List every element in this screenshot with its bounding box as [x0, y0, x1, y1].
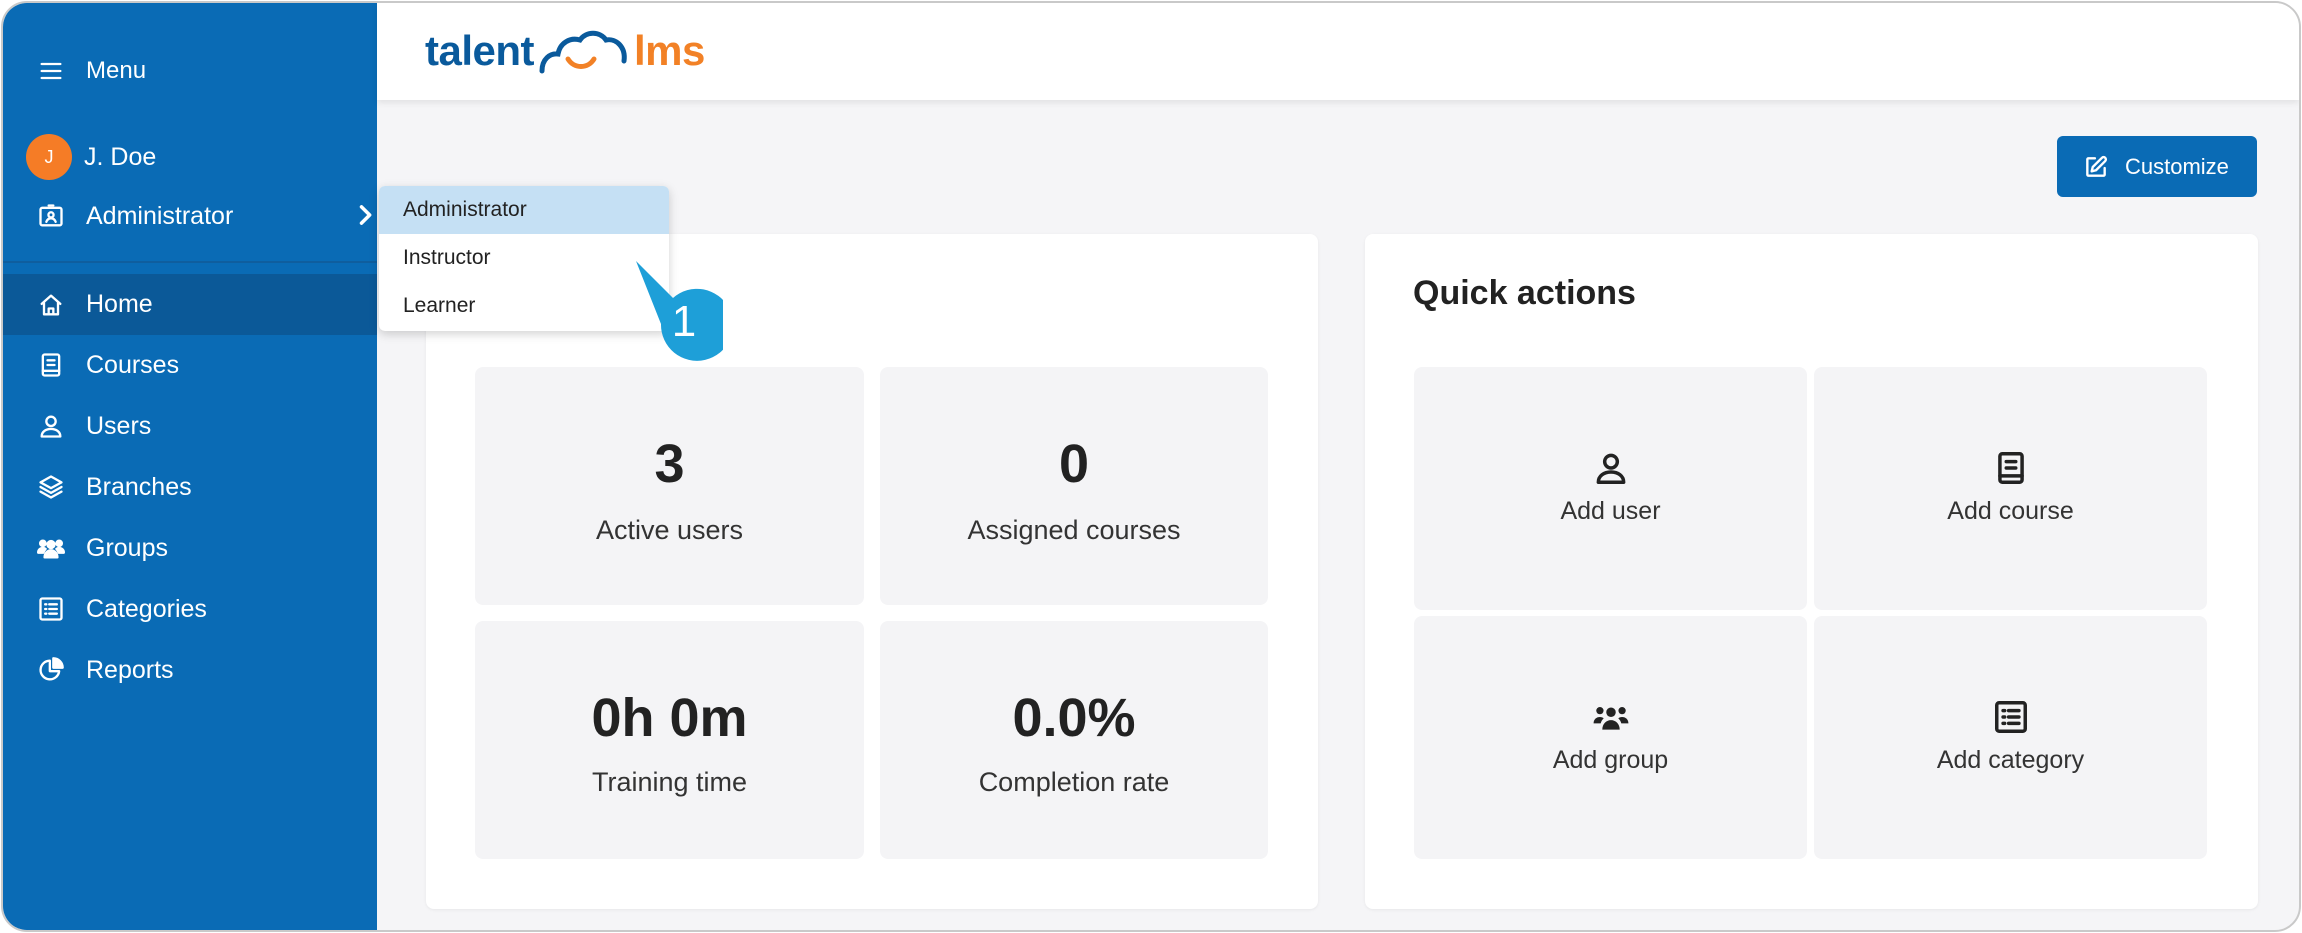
stat-label: Assigned courses: [967, 515, 1181, 545]
stat-label: Completion rate: [978, 767, 1170, 797]
talentlms-logo[interactable]: talent lms: [425, 21, 705, 81]
stat-label: Training time: [591, 767, 748, 797]
add-course-button[interactable]: Add course: [1814, 367, 2207, 610]
book-icon: [1992, 449, 2030, 487]
role-option-learner[interactable]: Learner: [379, 282, 669, 330]
user-profile[interactable]: J J. Doe: [3, 133, 377, 181]
sidebar-item-label: Categories: [86, 594, 207, 623]
add-user-button[interactable]: Add user: [1414, 367, 1807, 610]
add-category-button[interactable]: Add category: [1814, 616, 2207, 859]
user-icon: [1592, 449, 1630, 487]
sidebar-item-label: Users: [86, 411, 152, 440]
callout-marker: 1: [636, 261, 723, 361]
role-label: Administrator: [86, 201, 234, 230]
user-icon: [36, 411, 66, 441]
sidebar-item-home[interactable]: Home: [3, 274, 377, 335]
quick-actions-title: Quick actions: [1413, 274, 1636, 312]
stat-tile-completion-rate: 0.0% Completion rate: [880, 621, 1268, 859]
stat-value: 0.0%: [1012, 688, 1136, 748]
list-icon: [1992, 698, 2030, 736]
pie-chart-icon: [36, 655, 66, 685]
group-icon: [36, 533, 66, 563]
add-group-label: Add group: [1552, 746, 1669, 774]
stats-card: 3 Active users 0 Assigned courses 0h 0m …: [426, 234, 1318, 909]
stat-value: 3: [654, 434, 685, 494]
add-course-label: Add course: [1947, 497, 2074, 525]
add-category-label: Add category: [1936, 746, 2085, 774]
add-group-button[interactable]: Add group: [1414, 616, 1807, 859]
app-window: Menu J J. Doe Administrator Home Courses…: [1, 1, 2301, 932]
sidebar-item-label: Branches: [86, 472, 192, 501]
edit-icon: [2086, 155, 2107, 177]
chevron-right-icon: [350, 200, 380, 230]
sidebar-item-label: Reports: [86, 655, 174, 684]
avatar: J: [26, 134, 72, 180]
stat-value: 0: [1058, 434, 1090, 494]
stat-tile-active-users: 3 Active users: [475, 367, 864, 605]
role-switcher[interactable]: Administrator: [3, 196, 377, 236]
role-dropdown: Administrator Instructor Learner: [379, 186, 669, 331]
sidebar-item-reports[interactable]: Reports: [3, 650, 377, 690]
cloud-smile-icon: [539, 30, 627, 74]
top-bar: talent lms: [377, 3, 2299, 100]
user-name: J. Doe: [84, 142, 157, 171]
sidebar-divider: [3, 261, 377, 263]
stat-tile-assigned-courses: 0 Assigned courses: [880, 367, 1268, 605]
group-icon: [1592, 698, 1630, 736]
sidebar-item-branches[interactable]: Branches: [3, 467, 377, 507]
customize-label: Customize: [2125, 153, 2229, 179]
stat-value: 0h 0m: [591, 688, 748, 748]
menu-toggle[interactable]: Menu: [3, 51, 377, 91]
logo-text-right: lms: [634, 27, 705, 74]
list-icon: [36, 594, 66, 624]
role-option-administrator[interactable]: Administrator: [379, 186, 669, 234]
home-icon: [36, 290, 66, 320]
layers-icon: [36, 472, 66, 502]
quick-actions-card: Quick actions Add user Add course Add gr…: [1365, 234, 2258, 909]
customize-button[interactable]: Customize: [2057, 136, 2257, 197]
sidebar-item-label: Courses: [86, 350, 180, 379]
stat-tile-training-time: 0h 0m Training time: [475, 621, 864, 859]
role-option-instructor[interactable]: Instructor: [379, 234, 669, 282]
sidebar-item-label: Groups: [86, 533, 168, 562]
sidebar-item-categories[interactable]: Categories: [3, 589, 377, 629]
sidebar-item-users[interactable]: Users: [3, 406, 377, 446]
logo-text-left: talent: [425, 27, 535, 74]
menu-label: Menu: [86, 57, 147, 84]
book-icon: [36, 350, 66, 380]
sidebar-item-courses[interactable]: Courses: [3, 345, 377, 385]
hamburger-icon: [36, 56, 66, 86]
id-badge-icon: [36, 201, 66, 231]
add-user-label: Add user: [1560, 497, 1661, 525]
sidebar: Menu J J. Doe Administrator Home Courses…: [3, 3, 377, 930]
stat-label: Active users: [595, 515, 744, 545]
sidebar-item-groups[interactable]: Groups: [3, 528, 377, 568]
sidebar-item-label: Home: [86, 290, 153, 318]
callout-number: 1: [672, 297, 696, 346]
